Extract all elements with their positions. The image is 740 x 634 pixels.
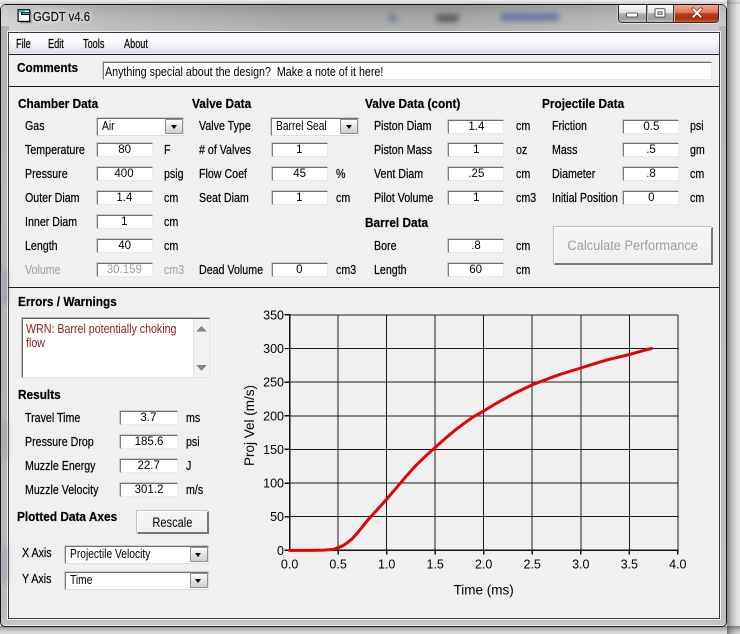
svg-text:2.0: 2.0 [475, 558, 492, 572]
svg-text:300: 300 [263, 342, 284, 356]
svg-text:250: 250 [263, 376, 284, 390]
svg-text:100: 100 [263, 477, 284, 491]
svg-text:3.5: 3.5 [621, 558, 638, 572]
svg-text:1.5: 1.5 [427, 558, 444, 572]
svg-text:3.0: 3.0 [572, 558, 589, 572]
svg-text:4.0: 4.0 [669, 558, 686, 572]
svg-text:0.0: 0.0 [281, 558, 298, 572]
svg-text:200: 200 [263, 409, 284, 423]
svg-text:Proj Vel (m/s): Proj Vel (m/s) [242, 385, 257, 466]
svg-text:Time (ms): Time (ms) [454, 583, 514, 598]
svg-text:2.5: 2.5 [524, 558, 541, 572]
svg-text:350: 350 [263, 308, 284, 322]
svg-text:0.5: 0.5 [329, 558, 346, 572]
svg-text:150: 150 [263, 443, 284, 457]
svg-text:0: 0 [277, 544, 284, 558]
svg-text:1.0: 1.0 [378, 558, 395, 572]
svg-text:50: 50 [270, 510, 284, 524]
